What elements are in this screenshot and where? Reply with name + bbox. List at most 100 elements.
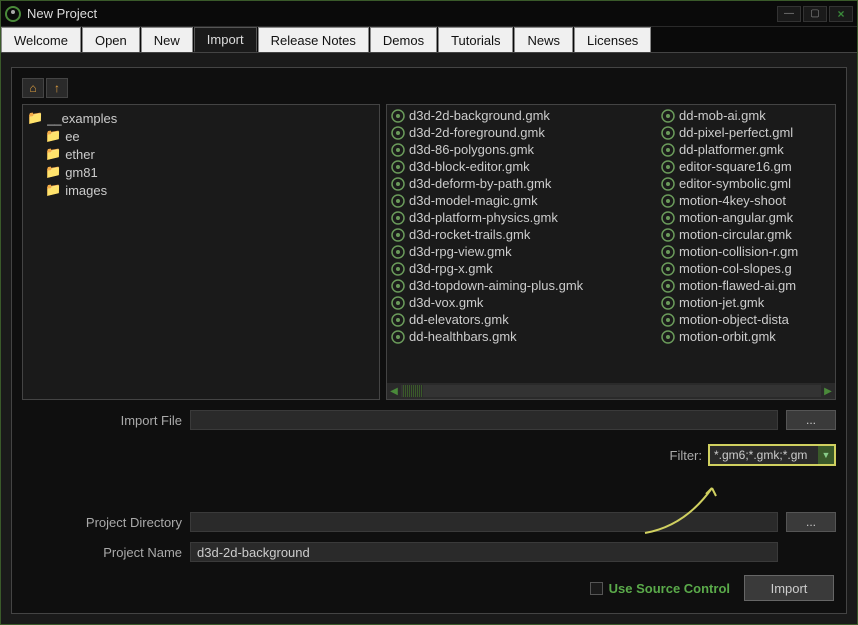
minimize-button[interactable]: —	[777, 6, 801, 22]
file-name: motion-orbit.gmk	[679, 329, 776, 344]
file-item[interactable]: editor-symbolic.gml	[657, 175, 835, 192]
horizontal-scrollbar[interactable]: ◀ ▶	[387, 383, 835, 399]
file-item[interactable]: motion-col-slopes.g	[657, 260, 835, 277]
file-list[interactable]: d3d-2d-background.gmkd3d-2d-foreground.g…	[386, 104, 836, 400]
file-name: motion-angular.gmk	[679, 210, 793, 225]
tree-item[interactable]: 📁ether	[43, 145, 377, 163]
import-file-input[interactable]	[190, 410, 778, 430]
file-name: dd-platformer.gmk	[679, 142, 784, 157]
file-item[interactable]: d3d-rocket-trails.gmk	[387, 226, 657, 243]
folder-icon: 📁	[45, 128, 61, 144]
file-item[interactable]: d3d-vox.gmk	[387, 294, 657, 311]
scroll-right-icon[interactable]: ▶	[821, 384, 835, 398]
gm-file-icon	[391, 160, 405, 174]
file-item[interactable]: d3d-rpg-view.gmk	[387, 243, 657, 260]
import-button[interactable]: Import	[744, 575, 834, 601]
up-button[interactable]: ↑	[46, 78, 68, 98]
tree-item-label: ee	[65, 129, 79, 144]
filter-row: Filter: *.gm6;*.gmk;*.gm ▼	[22, 444, 836, 466]
file-item[interactable]: d3d-86-polygons.gmk	[387, 141, 657, 158]
scroll-track[interactable]	[401, 385, 821, 397]
gm-file-icon	[661, 194, 675, 208]
file-item[interactable]: motion-circular.gmk	[657, 226, 835, 243]
gm-file-icon	[661, 143, 675, 157]
project-dir-row: Project Directory ...	[22, 512, 836, 532]
file-item[interactable]: dd-platformer.gmk	[657, 141, 835, 158]
file-name: motion-4key-shoot	[679, 193, 786, 208]
project-name-label: Project Name	[22, 545, 182, 560]
file-item[interactable]: d3d-topdown-aiming-plus.gmk	[387, 277, 657, 294]
file-name: dd-elevators.gmk	[409, 312, 509, 327]
browse-import-button[interactable]: ...	[786, 410, 836, 430]
tree-item[interactable]: 📁images	[43, 181, 377, 199]
chevron-down-icon[interactable]: ▼	[818, 446, 834, 464]
close-button[interactable]: ×	[829, 6, 853, 22]
source-control-check[interactable]: Use Source Control	[590, 581, 730, 596]
file-name: editor-symbolic.gml	[679, 176, 791, 191]
file-item[interactable]: motion-angular.gmk	[657, 209, 835, 226]
file-browser: 📁 __examples 📁ee📁ether📁gm81📁images d3d-2…	[22, 104, 836, 400]
file-name: d3d-vox.gmk	[409, 295, 483, 310]
checkbox-icon[interactable]	[590, 582, 603, 595]
tab-open[interactable]: Open	[82, 27, 140, 52]
gm-file-icon	[391, 126, 405, 140]
file-item[interactable]: dd-mob-ai.gmk	[657, 107, 835, 124]
file-item[interactable]: motion-flawed-ai.gm	[657, 277, 835, 294]
project-name-row: Project Name	[22, 542, 836, 562]
file-item[interactable]: d3d-block-editor.gmk	[387, 158, 657, 175]
bottom-actions: Use Source Control Import	[590, 575, 834, 601]
file-item[interactable]: dd-healthbars.gmk	[387, 328, 657, 345]
folder-icon: 📁	[27, 110, 43, 126]
file-item[interactable]: motion-orbit.gmk	[657, 328, 835, 345]
tree-item-label: images	[65, 183, 107, 198]
file-name: editor-square16.gm	[679, 159, 792, 174]
file-item[interactable]: d3d-2d-background.gmk	[387, 107, 657, 124]
tab-new[interactable]: New	[141, 27, 193, 52]
file-item[interactable]: dd-elevators.gmk	[387, 311, 657, 328]
file-name: motion-flawed-ai.gm	[679, 278, 796, 293]
gm-file-icon	[391, 296, 405, 310]
file-item[interactable]: d3d-deform-by-path.gmk	[387, 175, 657, 192]
file-item[interactable]: d3d-2d-foreground.gmk	[387, 124, 657, 141]
home-button[interactable]: ⌂	[22, 78, 44, 98]
tab-bar: WelcomeOpenNewImportRelease NotesDemosTu…	[1, 27, 857, 53]
tab-demos[interactable]: Demos	[370, 27, 437, 52]
maximize-button[interactable]: ▢	[803, 6, 827, 22]
scroll-thumb[interactable]	[403, 385, 423, 397]
project-dir-input[interactable]	[190, 512, 778, 532]
tab-import[interactable]: Import	[194, 27, 257, 52]
file-item[interactable]: motion-collision-r.gm	[657, 243, 835, 260]
file-item[interactable]: motion-jet.gmk	[657, 294, 835, 311]
tab-release-notes[interactable]: Release Notes	[258, 27, 369, 52]
file-name: d3d-86-polygons.gmk	[409, 142, 534, 157]
tree-item[interactable]: 📁 ee	[43, 127, 377, 145]
tab-tutorials[interactable]: Tutorials	[438, 27, 513, 52]
project-name-input[interactable]	[190, 542, 778, 562]
browse-dir-button[interactable]: ...	[786, 512, 836, 532]
gm-file-icon	[391, 330, 405, 344]
file-item[interactable]: d3d-rpg-x.gmk	[387, 260, 657, 277]
file-item[interactable]: editor-square16.gm	[657, 158, 835, 175]
gm-file-icon	[661, 245, 675, 259]
file-item[interactable]: d3d-platform-physics.gmk	[387, 209, 657, 226]
tree-item-label: ether	[65, 147, 95, 162]
tree-item[interactable]: 📁gm81	[43, 163, 377, 181]
gm-file-icon	[661, 313, 675, 327]
file-item[interactable]: motion-object-dista	[657, 311, 835, 328]
gm-file-icon	[391, 177, 405, 191]
filter-dropdown[interactable]: *.gm6;*.gmk;*.gm ▼	[708, 444, 836, 466]
file-item[interactable]: dd-pixel-perfect.gml	[657, 124, 835, 141]
import-panel: ⌂ ↑ 📁 __examples 📁ee📁ether📁gm81📁images d…	[11, 67, 847, 614]
gm-file-icon	[661, 126, 675, 140]
folder-tree[interactable]: 📁 __examples 📁ee📁ether📁gm81📁images	[22, 104, 380, 400]
file-item[interactable]: d3d-model-magic.gmk	[387, 192, 657, 209]
tab-welcome[interactable]: Welcome	[1, 27, 81, 52]
scroll-left-icon[interactable]: ◀	[387, 384, 401, 398]
tree-root[interactable]: 📁 __examples	[25, 109, 377, 127]
filter-value: *.gm6;*.gmk;*.gm	[710, 448, 818, 462]
titlebar: New Project — ▢ ×	[1, 1, 857, 27]
tab-licenses[interactable]: Licenses	[574, 27, 651, 52]
tab-news[interactable]: News	[514, 27, 573, 52]
file-name: motion-col-slopes.g	[679, 261, 792, 276]
file-item[interactable]: motion-4key-shoot	[657, 192, 835, 209]
